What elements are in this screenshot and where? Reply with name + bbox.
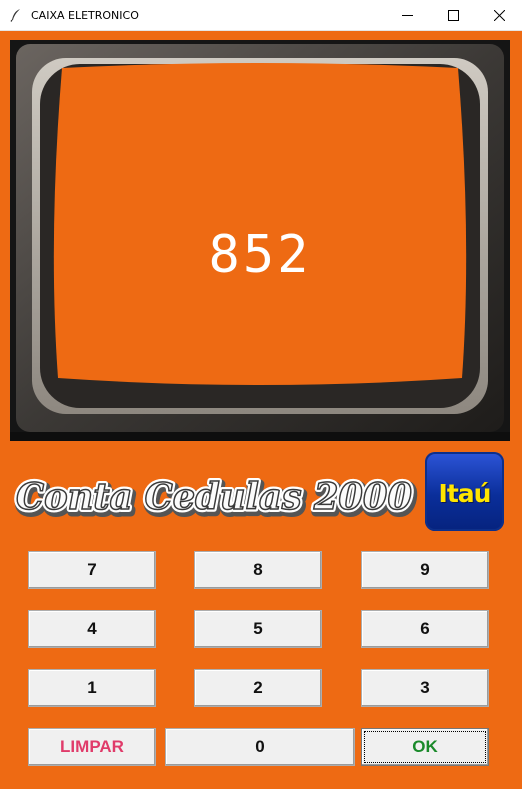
itau-logo: Itaú: [425, 452, 504, 531]
key-9[interactable]: 9: [361, 551, 489, 589]
key-7[interactable]: 7: [28, 551, 156, 589]
ok-button[interactable]: OK: [361, 728, 489, 766]
maximize-icon: [447, 9, 459, 21]
focus-ring: [364, 731, 486, 763]
window-controls: [384, 0, 522, 30]
window-title: CAIXA ELETRONICO: [31, 8, 139, 22]
close-button[interactable]: [476, 0, 522, 30]
maximize-button[interactable]: [430, 0, 476, 30]
title-bar: CAIXA ELETRONICO: [0, 0, 522, 31]
minimize-icon: [401, 14, 413, 16]
clear-button[interactable]: LIMPAR: [28, 728, 156, 766]
conta-cedulas-logo: Conta Cedulas 2000 Conta Cedulas 2000 Co…: [14, 473, 418, 526]
key-0[interactable]: 0: [165, 728, 355, 766]
feather-icon: [10, 9, 20, 22]
logo-text: Conta Cedulas 2000: [16, 476, 412, 518]
key-3[interactable]: 3: [361, 669, 489, 707]
key-5[interactable]: 5: [194, 610, 322, 648]
itau-logo-text: Itaú: [438, 479, 492, 508]
key-4[interactable]: 4: [28, 610, 156, 648]
key-2[interactable]: 2: [194, 669, 322, 707]
minimize-button[interactable]: [384, 0, 430, 30]
key-6[interactable]: 6: [361, 610, 489, 648]
key-1[interactable]: 1: [28, 669, 156, 707]
amount-display: 852: [208, 225, 312, 285]
close-icon: [493, 9, 505, 21]
key-8[interactable]: 8: [194, 551, 322, 589]
tv-frame-image: 852: [10, 40, 510, 441]
